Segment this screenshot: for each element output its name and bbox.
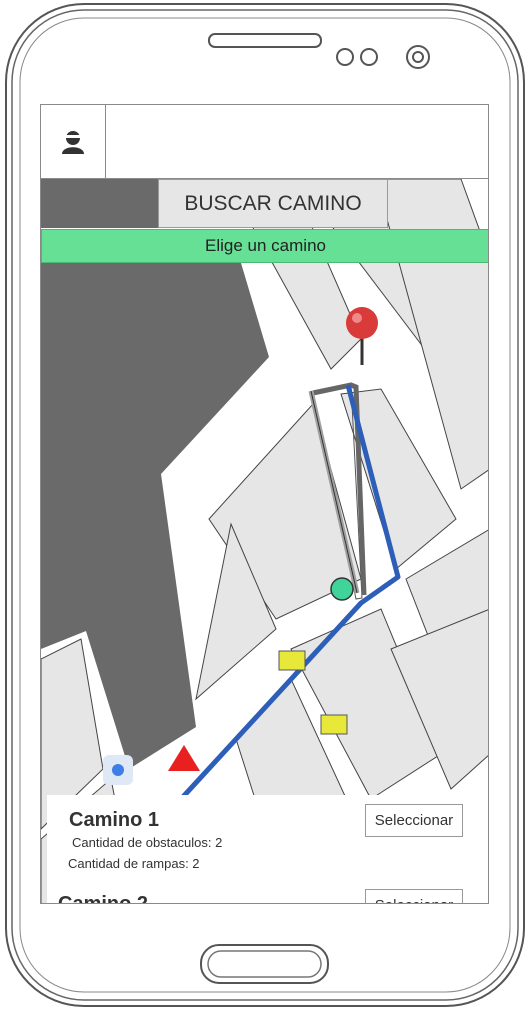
routes-panel: Camino 1 Cantidad de obstaculos: 2 Canti… bbox=[47, 795, 488, 904]
top-bar bbox=[41, 105, 488, 179]
waypoint-marker[interactable] bbox=[330, 577, 354, 601]
route-title: Camino 2 bbox=[58, 893, 149, 904]
speaker-slot bbox=[208, 33, 322, 48]
user-icon bbox=[62, 131, 84, 154]
obstacles-count: Cantidad de obstaculos: 2 bbox=[72, 835, 223, 850]
obstacle-marker[interactable] bbox=[320, 714, 348, 735]
ramps-count: Cantidad de rampas: 2 bbox=[68, 856, 200, 871]
select-route-button[interactable]: Seleccionar bbox=[365, 889, 463, 903]
choose-route-banner: Elige un camino bbox=[41, 229, 488, 263]
search-route-button[interactable]: BUSCAR CAMINO bbox=[158, 179, 388, 228]
building-block bbox=[41, 179, 158, 228]
select-route-button[interactable]: Seleccionar bbox=[365, 804, 463, 837]
app-screen: BUSCAR CAMINO Elige un camino Camino 1 C… bbox=[40, 104, 489, 904]
avatar[interactable] bbox=[41, 105, 106, 179]
current-location-icon[interactable] bbox=[112, 764, 124, 776]
route-title: Camino 1 bbox=[69, 809, 160, 831]
obstacle-marker[interactable] bbox=[278, 650, 306, 671]
